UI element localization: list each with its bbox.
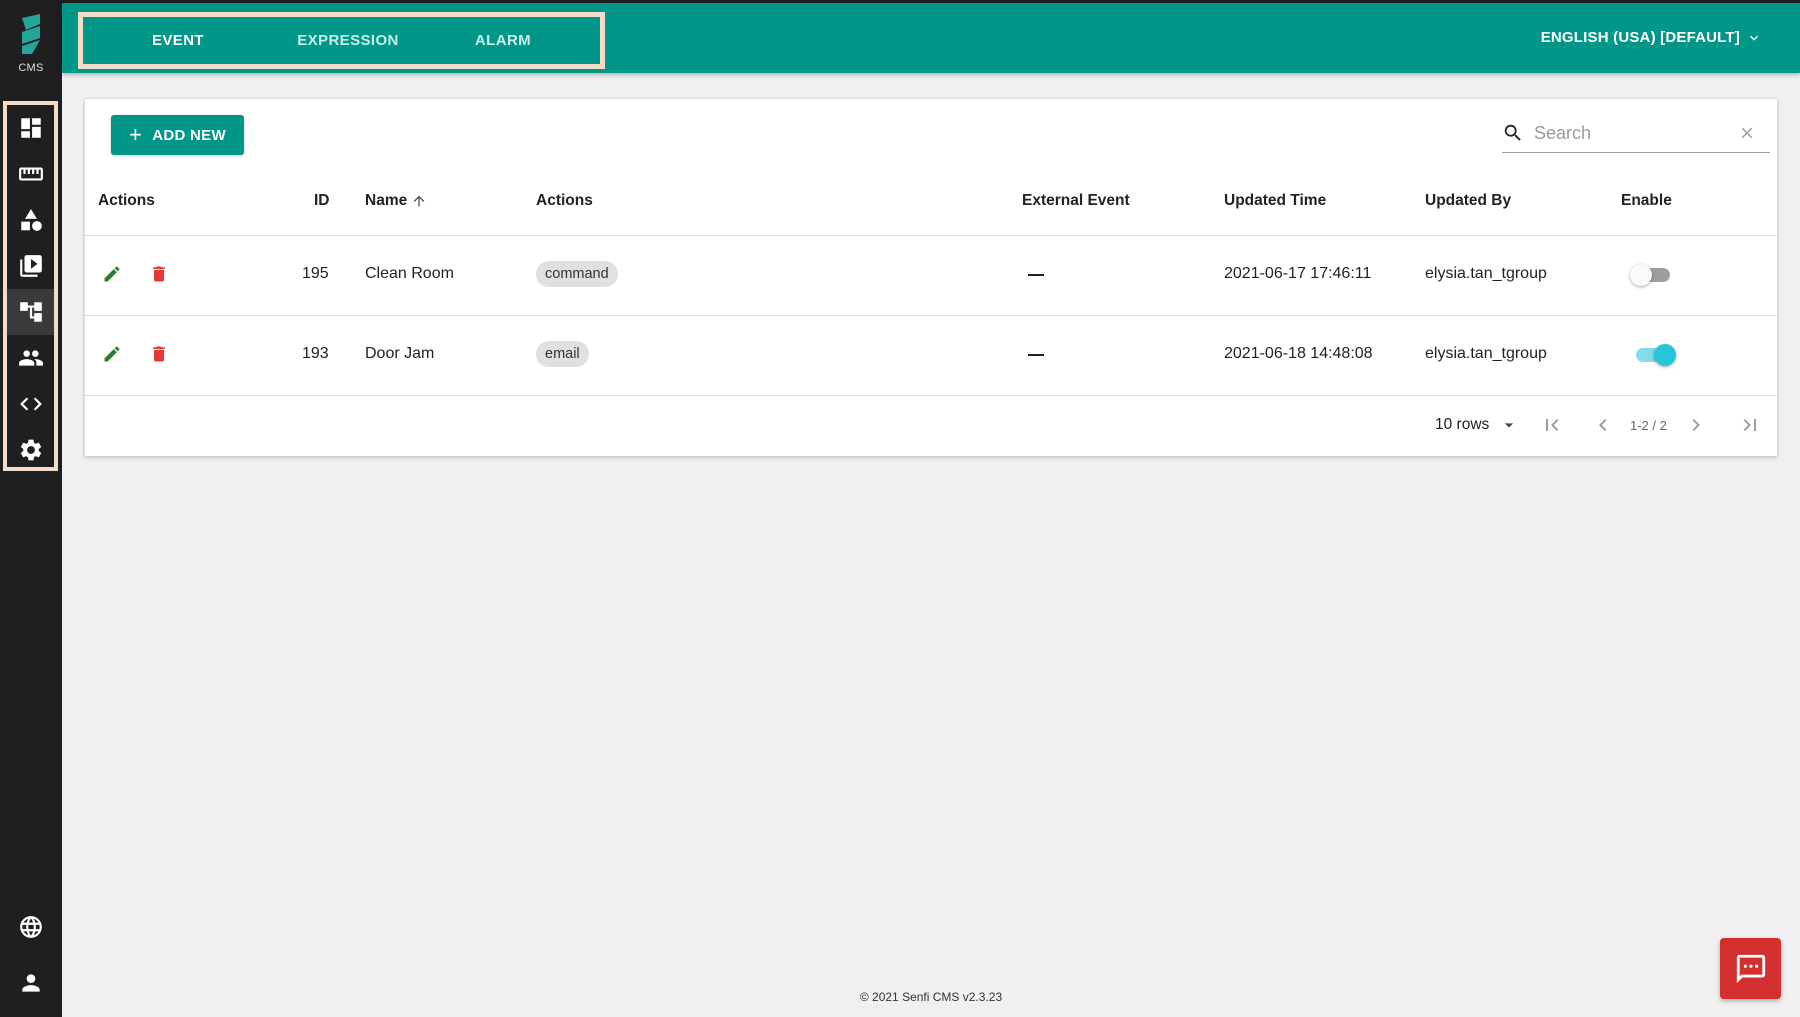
chevron-down-icon bbox=[1750, 35, 1758, 41]
action-chip: command bbox=[536, 261, 618, 287]
add-new-button[interactable]: + ADD NEW bbox=[111, 115, 244, 155]
add-new-label: ADD NEW bbox=[152, 126, 226, 144]
code-icon bbox=[19, 397, 42, 411]
trash-icon bbox=[153, 266, 165, 282]
language-select[interactable]: ENGLISH (USA) [DEFAULT] bbox=[1541, 3, 1762, 73]
clear-search-icon[interactable] bbox=[1738, 124, 1756, 142]
sidebar-item-hierarchy[interactable] bbox=[7, 289, 54, 335]
column-header-updated-time[interactable]: Updated Time bbox=[1224, 192, 1326, 210]
tab-alarm[interactable]: ALARM bbox=[468, 17, 538, 64]
edit-button[interactable] bbox=[102, 264, 126, 288]
toggle-knob bbox=[1654, 344, 1676, 366]
footer: © 2021 Senfi CMS v2.3.23 bbox=[0, 990, 1800, 1004]
external-event-empty bbox=[1028, 274, 1044, 276]
first-page-icon bbox=[1546, 419, 1559, 431]
cell-id: 193 bbox=[302, 345, 329, 362]
brand-label: CMS bbox=[18, 62, 44, 74]
language-label: ENGLISH (USA) [DEFAULT] bbox=[1540, 29, 1740, 46]
cell-updated-time: 2021-06-18 14:48:08 bbox=[1224, 345, 1373, 362]
shapes-icon bbox=[20, 209, 42, 231]
rows-per-page-select[interactable]: 10 rows bbox=[1435, 415, 1519, 435]
column-header-updated-by[interactable]: Updated By bbox=[1425, 192, 1511, 210]
search-icon bbox=[1504, 124, 1521, 141]
language-globe-button[interactable] bbox=[0, 904, 62, 950]
cell-name: Clean Room bbox=[365, 265, 454, 282]
tab-bar: EVENT EXPRESSION ALARM bbox=[78, 12, 605, 69]
column-header-external-event[interactable]: External Event bbox=[1022, 192, 1130, 210]
pencil-icon bbox=[104, 266, 120, 282]
trash-icon bbox=[153, 346, 165, 362]
footer-copyright: © 2021 Senfi CMS v2.3.23 bbox=[859, 990, 1003, 1004]
cell-updated-by: elysia.tan_tgroup bbox=[1425, 265, 1547, 282]
page-range: 1-2 / 2 bbox=[1630, 418, 1667, 433]
plus-icon: + bbox=[129, 122, 143, 147]
sidebar-nav bbox=[3, 101, 58, 471]
column-header-action-types: Actions bbox=[536, 192, 593, 209]
chevron-right-icon bbox=[1692, 419, 1700, 431]
column-header-id[interactable]: ID bbox=[314, 192, 330, 210]
last-page-icon bbox=[1743, 419, 1756, 431]
delete-button[interactable] bbox=[149, 264, 173, 288]
sort-ascending-icon bbox=[413, 195, 425, 207]
enable-toggle[interactable] bbox=[1632, 342, 1676, 368]
chat-support-button[interactable] bbox=[1720, 938, 1781, 999]
previous-page-button[interactable] bbox=[1591, 413, 1615, 437]
next-page-button[interactable] bbox=[1684, 413, 1708, 437]
sidebar-item-settings[interactable] bbox=[7, 427, 54, 473]
caret-down-icon bbox=[1505, 423, 1514, 428]
column-header-enable[interactable]: Enable bbox=[1621, 192, 1672, 210]
cell-updated-time: 2021-06-17 17:46:11 bbox=[1224, 265, 1372, 282]
gear-icon bbox=[20, 439, 41, 461]
sidebar-item-media[interactable] bbox=[7, 243, 54, 289]
action-chip: email bbox=[536, 341, 589, 367]
row-divider bbox=[85, 395, 1777, 396]
first-page-button[interactable] bbox=[1540, 413, 1564, 437]
column-header-actions: Actions bbox=[98, 192, 155, 209]
ruler-icon bbox=[18, 167, 43, 181]
sidebar-item-users[interactable] bbox=[7, 335, 54, 381]
external-event-empty bbox=[1028, 354, 1044, 356]
column-header-name[interactable]: Name bbox=[365, 192, 427, 210]
toggle-knob bbox=[1630, 264, 1652, 286]
rows-per-page-label: 10 rows bbox=[1435, 416, 1490, 433]
search-box bbox=[1502, 117, 1770, 153]
globe-icon bbox=[20, 916, 42, 938]
search-input[interactable] bbox=[1534, 120, 1734, 146]
hierarchy-icon bbox=[19, 302, 42, 322]
sidebar-item-code[interactable] bbox=[7, 381, 54, 427]
pencil-icon bbox=[104, 346, 120, 362]
sidebar-item-dashboard[interactable] bbox=[7, 105, 54, 151]
enable-toggle[interactable] bbox=[1630, 262, 1674, 288]
dashboard-icon bbox=[20, 118, 41, 138]
sidebar-item-shapes[interactable] bbox=[7, 197, 54, 243]
chat-bubble-icon bbox=[1736, 954, 1765, 983]
cell-updated-by: elysia.tan_tgroup bbox=[1425, 345, 1547, 362]
users-icon bbox=[18, 350, 43, 366]
media-playlist-icon bbox=[19, 255, 42, 277]
events-card: + ADD NEW Actions ID Name Actions Extern… bbox=[85, 99, 1777, 456]
sidebar-item-measure[interactable] bbox=[7, 151, 54, 197]
edit-button[interactable] bbox=[102, 344, 126, 368]
column-header-name-label: Name bbox=[365, 192, 408, 209]
delete-button[interactable] bbox=[149, 344, 173, 368]
last-page-button[interactable] bbox=[1738, 413, 1762, 437]
chevron-left-icon bbox=[1599, 419, 1607, 431]
tab-expression[interactable]: EXPRESSION bbox=[283, 17, 413, 64]
top-bar: EVENT EXPRESSION ALARM ENGLISH (USA) [DE… bbox=[62, 0, 1800, 73]
header-divider bbox=[85, 235, 1777, 236]
cell-name: Door Jam bbox=[365, 345, 435, 362]
senfi-logo-icon bbox=[22, 14, 40, 54]
sidebar: CMS bbox=[0, 0, 62, 1017]
row-divider bbox=[85, 315, 1777, 316]
cell-id: 195 bbox=[302, 265, 329, 282]
tab-event[interactable]: EVENT bbox=[133, 17, 223, 64]
brand-logo[interactable]: CMS bbox=[0, 14, 62, 84]
